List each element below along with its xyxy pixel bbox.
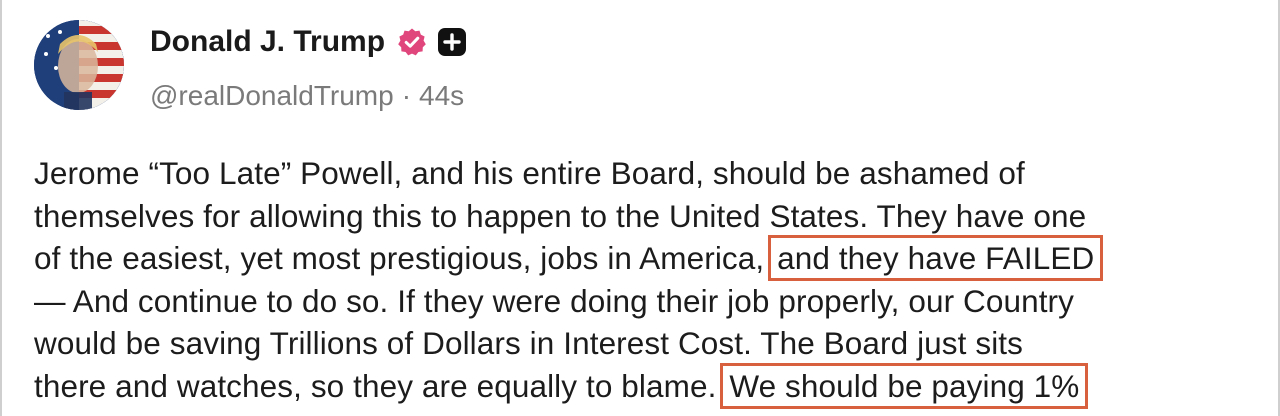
post-text-segment: would be saving Trillions of Dollars in … bbox=[34, 325, 1024, 362]
post-timestamp[interactable]: 44s bbox=[419, 80, 464, 112]
post-text-line: would be saving Trillions of Dollars in … bbox=[34, 322, 1270, 365]
avatar[interactable] bbox=[34, 20, 124, 110]
post-text-segment: Jerome “Too Late” Powell, and his entire… bbox=[34, 155, 1025, 191]
post-text-line: themselves for allowing this to happen t… bbox=[34, 195, 1270, 238]
post-header: Donald J. Trump @realDonaldTrump · 44s bbox=[34, 20, 734, 112]
post-body: Jerome “Too Late” Powell, and his entire… bbox=[34, 152, 1270, 409]
author-handle[interactable]: @realDonaldTrump bbox=[150, 80, 394, 112]
highlighted-phrase: and they have FAILED bbox=[768, 235, 1104, 282]
post-card: Donald J. Trump @realDonaldTrump · 44s J bbox=[0, 0, 1280, 416]
author-meta-row: @realDonaldTrump · 44s bbox=[150, 76, 464, 116]
plus-square-icon[interactable] bbox=[437, 27, 467, 57]
post-text-line: Jerome “Too Late” Powell, and his entire… bbox=[34, 152, 1270, 195]
avatar-image bbox=[34, 20, 124, 110]
post-text-line: — And continue to do so. If they were do… bbox=[34, 280, 1270, 323]
post-text-line: there and watches, so they are equally t… bbox=[34, 362, 1270, 409]
post-text-segment: of the easiest, yet most prestigious, jo… bbox=[34, 240, 765, 277]
author-display-name[interactable]: Donald J. Trump bbox=[150, 25, 385, 59]
highlighted-phrase: We should be paying 1% bbox=[720, 362, 1089, 409]
post-text-segment: themselves for allowing this to happen t… bbox=[34, 197, 1087, 234]
post-text-segment: — And continue to do so. If they were do… bbox=[34, 282, 1075, 319]
post-text-segment: there and watches, so they are equally t… bbox=[34, 367, 717, 404]
verified-check-icon bbox=[397, 27, 427, 57]
meta-separator: · bbox=[401, 80, 412, 111]
post-text-line: of the easiest, yet most prestigious, jo… bbox=[34, 235, 1270, 282]
author-name-row: Donald J. Trump bbox=[150, 22, 467, 62]
